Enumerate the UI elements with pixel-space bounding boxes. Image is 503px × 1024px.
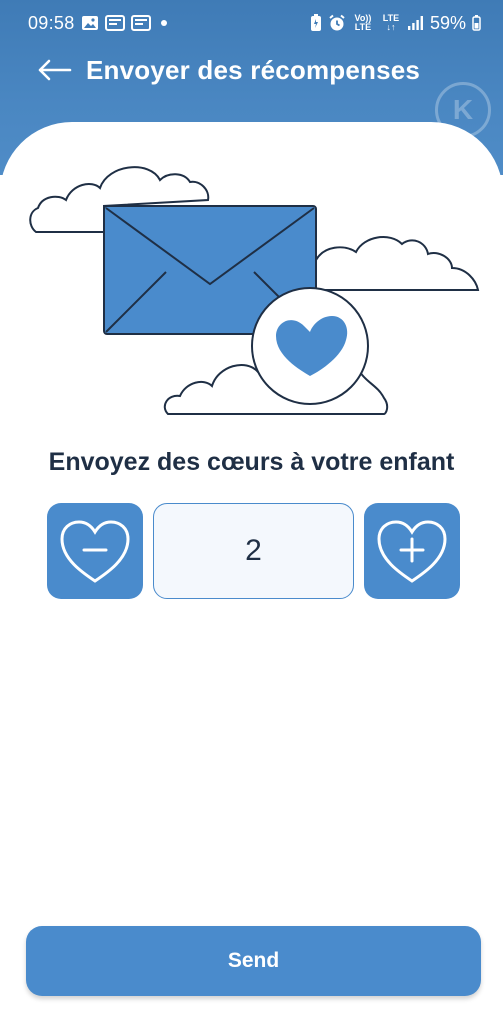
signal-icon — [407, 16, 424, 30]
envelope-heart-icon — [29, 166, 480, 415]
page-title: Envoyer des récompenses — [86, 54, 421, 85]
notification-icon — [130, 15, 151, 31]
quantity-field[interactable]: 2 — [153, 503, 354, 599]
status-bar: 09:58 Vo)) LTE LTE ↓↑ 59% — [0, 0, 503, 46]
dot-icon — [160, 20, 167, 26]
heart-plus-icon — [377, 520, 447, 583]
increment-button[interactable] — [364, 503, 460, 599]
decrement-button[interactable] — [47, 503, 143, 599]
headline: Envoyez des cœurs à votre enfant — [48, 448, 455, 476]
battery-saver-icon — [310, 14, 322, 32]
notification-icon — [104, 15, 125, 31]
arrow-left-icon — [38, 59, 72, 81]
gallery-icon — [81, 15, 99, 31]
screen: 09:58 Vo)) LTE LTE ↓↑ 59% Envoyer des ré… — [0, 0, 503, 1024]
status-right: Vo)) LTE LTE ↓↑ 59% — [310, 13, 481, 34]
status-time: 09:58 — [28, 12, 75, 33]
battery-icon — [472, 15, 481, 31]
alarm-icon — [328, 14, 346, 32]
lte-icon: LTE ↓↑ — [382, 13, 400, 32]
status-left: 09:58 — [28, 13, 167, 34]
battery-percent: 59% — [429, 12, 466, 33]
heart-minus-icon — [60, 520, 130, 583]
back-button[interactable] — [36, 55, 72, 85]
volte-icon: Vo)) LTE — [354, 13, 372, 32]
quantity-value: 2 — [245, 534, 262, 567]
app-header: Envoyer des récompenses — [36, 52, 420, 88]
send-button[interactable]: Send — [26, 926, 481, 996]
